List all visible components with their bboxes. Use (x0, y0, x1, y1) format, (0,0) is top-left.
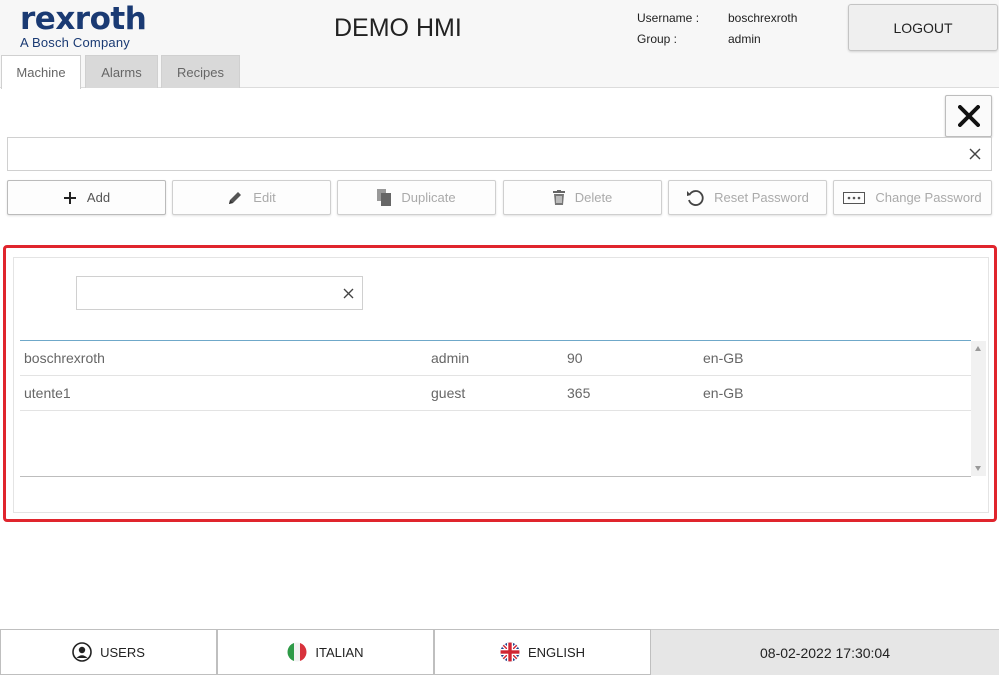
italy-flag-icon (287, 642, 307, 662)
username-value: boschrexroth (728, 11, 798, 25)
uk-flag-icon (500, 642, 520, 662)
edit-button[interactable]: Edit (172, 180, 331, 215)
italian-language-button[interactable]: ITALIAN (217, 629, 434, 675)
user-filter-input[interactable] (76, 276, 363, 310)
user-group-cell: admin (431, 350, 470, 366)
user-days-cell: 365 (567, 385, 591, 401)
english-label: ENGLISH (527, 644, 586, 660)
logo-subtitle: A Bosch Company (20, 35, 130, 50)
app-title: DEMO HMI (334, 14, 462, 42)
datetime-display: 08-02-2022 17:30:04 (651, 629, 999, 675)
users-panel: boschrexroth admin 90 en-GB utente1 gues… (3, 245, 997, 522)
group-value: admin (728, 32, 761, 46)
close-icon (957, 105, 980, 127)
user-name-cell: utente1 (24, 385, 71, 401)
change-password-label: Change Password (875, 190, 982, 205)
footer: USERS ITALIAN ENGLISH 08-02-2022 17:30:0… (0, 629, 999, 675)
user-icon (72, 642, 92, 662)
scroll-down-icon[interactable] (975, 466, 981, 471)
user-info: Username : boschrexroth Group : admin (637, 8, 797, 50)
table-scrollbar[interactable] (971, 341, 986, 476)
tab-machine[interactable]: Machine (1, 55, 81, 89)
user-days-cell: 90 (567, 350, 583, 366)
user-language-cell: en-GB (703, 350, 744, 366)
logo-text: rexroth (20, 1, 147, 37)
tab-alarms[interactable]: Alarms (85, 55, 158, 88)
scroll-up-icon[interactable] (975, 346, 981, 351)
users-label: USERS (100, 644, 145, 660)
english-language-button[interactable]: ENGLISH (434, 629, 651, 675)
italian-label: ITALIAN (315, 644, 364, 660)
user-name-cell: boschrexroth (24, 350, 105, 366)
table-row[interactable]: boschrexroth admin 90 en-GB (20, 341, 971, 376)
tab-recipes[interactable]: Recipes (161, 55, 240, 88)
edit-label: Edit (253, 190, 276, 205)
company-logo: rexroth A Bosch Company (20, 1, 147, 50)
add-button[interactable]: Add (7, 180, 166, 215)
logout-button[interactable]: LOGOUT (848, 4, 998, 51)
duplicate-button[interactable]: Duplicate (337, 180, 496, 215)
reset-password-button[interactable]: Reset Password (668, 180, 827, 215)
clear-filter-icon[interactable] (343, 288, 354, 299)
trash-icon (552, 190, 565, 205)
delete-button[interactable]: Delete (503, 180, 662, 215)
delete-label: Delete (574, 190, 613, 205)
users-button[interactable]: USERS (0, 629, 217, 675)
user-language-cell: en-GB (703, 385, 744, 401)
users-panel-content: boschrexroth admin 90 en-GB utente1 gues… (13, 257, 989, 513)
close-button[interactable] (945, 95, 992, 137)
reset-icon (686, 189, 704, 207)
duplicate-icon (377, 189, 392, 206)
clear-search-icon[interactable] (969, 148, 981, 160)
user-group-cell: guest (431, 385, 466, 401)
password-field-icon (843, 191, 866, 204)
plus-icon (63, 191, 77, 205)
change-password-button[interactable]: Change Password (833, 180, 992, 215)
username-label: Username : (637, 11, 700, 25)
add-label: Add (86, 190, 111, 205)
pencil-icon (227, 190, 243, 206)
duplicate-label: Duplicate (401, 190, 456, 205)
reset-password-label: Reset Password (714, 190, 809, 205)
users-table: boschrexroth admin 90 en-GB utente1 gues… (20, 340, 971, 477)
group-label: Group : (637, 32, 678, 46)
table-row[interactable]: utente1 guest 365 en-GB (20, 376, 971, 411)
search-input[interactable] (7, 137, 992, 171)
